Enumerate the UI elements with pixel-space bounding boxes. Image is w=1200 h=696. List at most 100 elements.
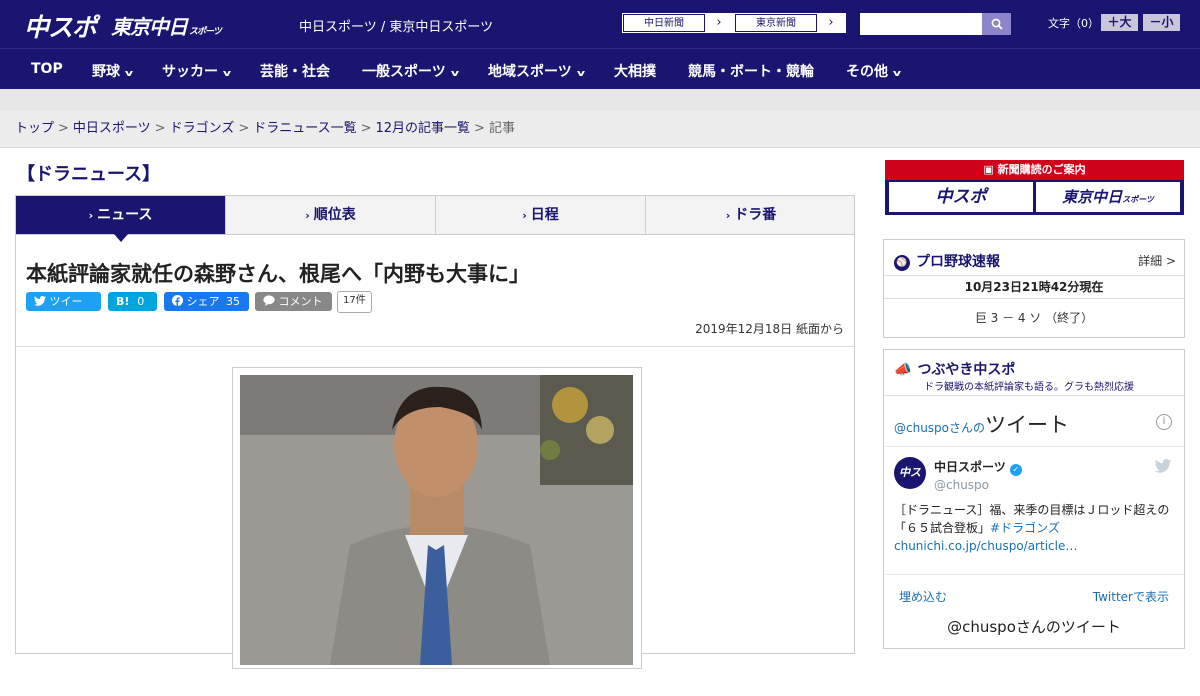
chuspo-logo[interactable]: 中スポ bbox=[24, 8, 97, 44]
facebook-share-button[interactable]: シェア 35 bbox=[164, 292, 249, 311]
twitter-timeline-widget: @chuspoさんのツイート i 中スポ 中日スポーツ ✓ @chuspo ［ドラ… bbox=[884, 395, 1184, 696]
tweet-author-name[interactable]: 中日スポーツ ✓ bbox=[934, 458, 1022, 476]
view-on-twitter-link[interactable]: Twitterで表示 bbox=[1093, 588, 1169, 605]
tweet-button[interactable]: ツイート bbox=[26, 292, 101, 327]
breadcrumb-link-december[interactable]: 12月の記事一覧 bbox=[376, 121, 471, 136]
nav-item-sumo[interactable]: 大相撲 bbox=[614, 61, 656, 81]
nav-label: 地域スポーツ bbox=[488, 64, 572, 80]
tweets-subtitle: ドラ観戦の本紙評論家も語る。グラも熱烈応援 bbox=[924, 382, 1134, 393]
nav-label: 一般スポーツ bbox=[362, 64, 446, 80]
tokyo-chunichi-logo[interactable]: 東京中日 スポーツ bbox=[111, 11, 222, 40]
speech-bubble-icon bbox=[263, 295, 275, 306]
baseball-detail-link[interactable]: 詳細 > bbox=[1138, 252, 1176, 269]
chunichi-shimbun-link[interactable]: 中日新聞 › bbox=[622, 13, 734, 33]
subscription-logo-chuspo[interactable]: 中スポ bbox=[889, 182, 1033, 212]
article-photo[interactable] bbox=[240, 375, 633, 665]
nav-item-other[interactable]: その他 v bbox=[846, 61, 901, 81]
ad-tokyo-sub: スポーツ bbox=[1122, 195, 1154, 204]
tweet-link-text: chunichi.co.jp/chuspo/article… bbox=[894, 539, 1078, 553]
subscription-logo-tokyo[interactable]: 東京中日スポーツ bbox=[1036, 182, 1180, 212]
search-button[interactable] bbox=[982, 13, 1011, 35]
verified-badge-icon: ✓ bbox=[1009, 464, 1022, 476]
comment-count-badge: 17件 bbox=[337, 291, 372, 313]
search-input[interactable] bbox=[860, 13, 982, 35]
timeline-prefix: @chuspoさんの bbox=[894, 421, 986, 435]
tab-news[interactable]: › ニュース bbox=[16, 196, 226, 242]
nav-label: 芸能・社会 bbox=[260, 64, 330, 80]
breadcrumb-link-chuspo[interactable]: 中日スポーツ bbox=[73, 121, 151, 136]
site-tagline: 中日スポーツ / 東京中日スポーツ bbox=[299, 20, 494, 35]
breadcrumb-link-dragons[interactable]: ドラゴンズ bbox=[170, 121, 235, 136]
baseball-icon: ⚾ bbox=[894, 255, 910, 271]
embed-link[interactable]: 埋め込む bbox=[899, 588, 947, 605]
tab-dora-ban[interactable]: › ドラ番 bbox=[646, 196, 856, 234]
chevron-down-icon: v bbox=[576, 69, 585, 79]
breadcrumb-separator: > bbox=[474, 121, 485, 136]
info-icon[interactable]: i bbox=[1156, 414, 1172, 430]
nav-item-general-sports[interactable]: 一般スポーツ v bbox=[362, 61, 459, 81]
nav-item-baseball[interactable]: 野球 v bbox=[92, 61, 134, 81]
article-card: 本紙評論家就任の森野さん、根尾へ「内野も大事に」 ツイート B! 0 シェア 3… bbox=[15, 234, 855, 669]
nav-label: 競馬・ボート・競輪 bbox=[688, 64, 814, 80]
ad-tokyo-main: 東京中日 bbox=[1062, 188, 1123, 206]
tweet-author-handle[interactable]: @chuspo bbox=[934, 478, 989, 492]
font-size-decrease-button[interactable]: －小 bbox=[1143, 14, 1180, 31]
chevron-right-icon: › bbox=[716, 15, 722, 30]
tokyo-shimbun-link[interactable]: 東京新聞 › bbox=[734, 13, 846, 33]
comment-button[interactable]: コメント bbox=[255, 292, 332, 311]
nav-label: 野球 bbox=[92, 64, 120, 80]
share-count: 35 bbox=[226, 295, 240, 308]
tab-label: 日程 bbox=[530, 207, 559, 223]
tab-label: ドラ番 bbox=[734, 207, 777, 223]
facebook-icon bbox=[172, 295, 183, 306]
tweet-hashtag[interactable]: #ドラゴンズ bbox=[990, 521, 1060, 535]
baseball-updated-time: 10月23日21時42分現在 bbox=[884, 275, 1184, 299]
megaphone-icon: 📣 bbox=[894, 362, 912, 378]
timeline-title[interactable]: @chuspoさんのツイート bbox=[894, 409, 1069, 439]
avatar[interactable]: 中スポ bbox=[894, 457, 926, 511]
person-photo-illustration bbox=[240, 375, 633, 665]
comment-label: コメント bbox=[278, 295, 323, 308]
chevron-right-icon: › bbox=[725, 209, 731, 222]
more-tweets-link[interactable]: @chuspoさんのツイート bbox=[884, 616, 1184, 637]
breadcrumb: トップ > 中日スポーツ > ドラゴンズ > ドラニュース一覧 >12月の記事一覧 > 記事 bbox=[0, 111, 1200, 148]
tokyo-logo-main: 東京中日 bbox=[111, 15, 188, 39]
breadcrumb-separator: > bbox=[58, 121, 69, 136]
paper-link-label: 中日新聞 bbox=[623, 14, 705, 32]
chevron-right-icon: › bbox=[522, 209, 527, 222]
chevron-right-icon: › bbox=[828, 15, 834, 30]
font-size-increase-button[interactable]: ＋大 bbox=[1101, 14, 1138, 31]
baseball-score-line[interactable]: 巨 3 － 4 ソ （終了） bbox=[884, 309, 1184, 326]
chevron-down-icon: v bbox=[222, 69, 232, 79]
chevron-down-icon: v bbox=[124, 69, 134, 79]
nav-item-entertainment[interactable]: 芸能・社会 bbox=[260, 61, 330, 81]
baseball-scores-title: ⚾ プロ野球速報 bbox=[894, 251, 1000, 271]
nav-item-soccer[interactable]: サッカー v bbox=[162, 61, 232, 81]
site-header: 中スポ 東京中日 スポーツ 中日スポーツ / 東京中日スポーツ 中日新聞 › 東京… bbox=[0, 0, 1200, 48]
nav-label: TOP bbox=[31, 61, 63, 77]
timeline-divider bbox=[884, 446, 1184, 447]
nav-item-racing[interactable]: 競馬・ボート・競輪 bbox=[688, 61, 814, 81]
breadcrumb-current: 記事 bbox=[488, 121, 515, 136]
breadcrumb-link-top[interactable]: トップ bbox=[15, 121, 54, 136]
dragons-tabs: › ニュース › 順位表 › 日程 › ドラ番 bbox=[15, 195, 856, 242]
section-title: 【ドラニュース】 bbox=[17, 164, 161, 185]
twitter-bird-icon[interactable] bbox=[1154, 459, 1172, 473]
header-strip bbox=[0, 89, 1200, 112]
author-name-text: 中日スポーツ bbox=[934, 460, 1006, 474]
hashtag-text: #ドラゴンズ bbox=[990, 521, 1060, 535]
nav-item-local-sports[interactable]: 地域スポーツ v bbox=[488, 61, 585, 81]
subscription-ad[interactable]: ▣ 新聞購読のご案内 中スポ 東京中日スポーツ bbox=[885, 160, 1184, 215]
nav-item-top[interactable]: TOP bbox=[31, 61, 63, 77]
tab-standings[interactable]: › 順位表 bbox=[226, 196, 436, 234]
tokyo-logo-sub: スポーツ bbox=[189, 27, 222, 37]
tab-label: 順位表 bbox=[313, 207, 356, 223]
breadcrumb-link-news-list[interactable]: ドラニュース一覧 bbox=[253, 121, 356, 136]
baseball-scores-box: ⚾ プロ野球速報 詳細 > 10月23日21時42分現在 巨 3 － 4 ソ （終… bbox=[883, 239, 1185, 338]
newspaper-icon: ▣ bbox=[983, 163, 994, 176]
hatena-bookmark-button[interactable]: B! 0 bbox=[108, 292, 157, 311]
tab-schedule[interactable]: › 日程 bbox=[436, 196, 646, 234]
subscription-ad-header: ▣ 新聞購読のご案内 bbox=[885, 160, 1184, 180]
nav-label: サッカー bbox=[162, 64, 218, 80]
tweet-link[interactable]: chunichi.co.jp/chuspo/article… bbox=[894, 539, 1077, 553]
